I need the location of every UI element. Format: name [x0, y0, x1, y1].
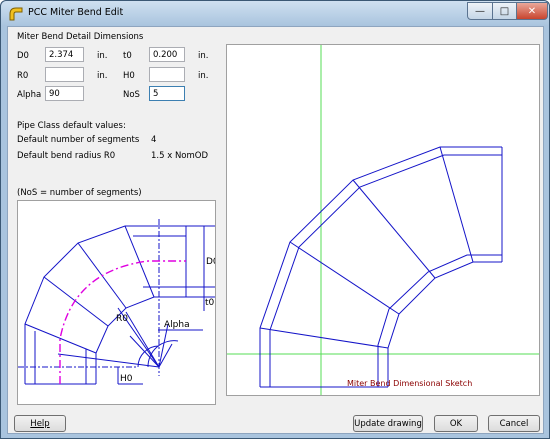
outer-wall-line — [259, 146, 502, 387]
h0-dim-label: H0 — [120, 374, 133, 384]
r0-label: R0 — [17, 71, 29, 81]
dialog-window: PCC Miter Bend Edit — □ ✕ Miter Bend Det… — [0, 0, 550, 439]
close-icon[interactable]: ✕ — [516, 2, 548, 20]
window-title: PCC Miter Bend Edit — [28, 7, 124, 18]
t0-dim-label: t0 — [205, 298, 215, 308]
d0-field[interactable] — [45, 47, 84, 62]
alpha-dim-label: Alpha — [164, 320, 190, 330]
d0-unit: in. — [97, 51, 108, 61]
miter-joint-line — [352, 179, 436, 279]
t0-field[interactable] — [149, 47, 185, 62]
miter-joint-line — [439, 146, 474, 263]
t0-unit: in. — [198, 51, 209, 61]
r0-unit: in. — [97, 71, 108, 81]
alpha-arc — [147, 340, 179, 368]
group-title: Miter Bend Detail Dimensions — [17, 32, 144, 42]
help-button[interactable]: Help — [14, 415, 66, 432]
update-drawing-label: Update drawing — [354, 418, 422, 429]
alpha-field[interactable] — [45, 86, 84, 101]
d0-dim-label: D0 — [206, 257, 215, 267]
title-bar[interactable]: PCC Miter Bend Edit — □ ✕ — [1, 1, 549, 26]
t0-label: t0 — [123, 51, 132, 61]
dimensional-sketch-drawing: Miter Bend Dimensional Sketch — [227, 45, 539, 395]
defaults-heading: Pipe Class default values: — [17, 121, 126, 131]
default-radius-value: 1.5 x NomOD — [151, 151, 209, 161]
r0-field[interactable] — [45, 67, 84, 82]
nos-label: NoS — [123, 90, 140, 100]
miter-joint-line — [289, 241, 400, 315]
inner-wall-line — [387, 261, 502, 387]
h0-label: H0 — [123, 71, 135, 81]
r0-dim-label: R0 — [116, 314, 128, 324]
dialog-body: Miter Bend Detail Dimensions D0 in. t0 i… — [7, 26, 544, 434]
ok-button-label: OK — [449, 418, 463, 429]
default-radius-label: Default bend radius R0 — [17, 151, 116, 161]
default-segments-value: 4 — [151, 135, 157, 145]
cancel-button[interactable]: Cancel — [488, 415, 540, 432]
angle-line — [125, 311, 160, 368]
nos-field[interactable] — [149, 86, 185, 101]
maximize-icon[interactable]: □ — [492, 2, 517, 20]
ok-button[interactable]: OK — [434, 415, 478, 432]
reference-sketch-drawing: D0 t0 R0 Alpha H0 — [18, 219, 219, 385]
update-drawing-button[interactable]: Update drawing — [353, 415, 423, 432]
miter-joint-line — [124, 225, 155, 298]
cancel-button-label: Cancel — [499, 418, 529, 429]
help-button-label: Help — [30, 418, 50, 429]
miter-joint-line — [43, 276, 109, 327]
default-segments-label: Default number of segments — [17, 135, 140, 145]
alpha-label: Alpha — [17, 90, 42, 100]
h0-field[interactable] — [149, 67, 185, 82]
outer-thickness-line — [269, 154, 502, 387]
d0-label: D0 — [17, 51, 29, 61]
sketch-caption: (NoS = number of segments) — [17, 188, 142, 198]
dimensional-sketch: Miter Bend Dimensional Sketch — [226, 44, 540, 396]
miter-bend-icon — [9, 7, 23, 21]
miter-joint-line — [259, 327, 389, 349]
angle-line — [57, 353, 160, 368]
sketch-title: Miter Bend Dimensional Sketch — [347, 379, 472, 388]
reference-sketch: D0 t0 R0 Alpha H0 — [17, 200, 219, 405]
minimize-icon[interactable]: — — [467, 2, 493, 20]
h0-unit: in. — [198, 71, 209, 81]
